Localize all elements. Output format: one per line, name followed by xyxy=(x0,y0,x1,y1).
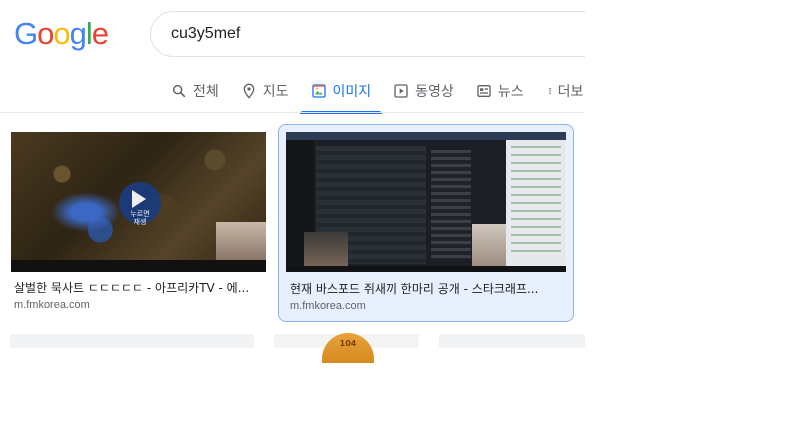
result-title[interactable]: 현재 바스포드 쥐새끼 한마리 공개 - 스타크래프... xyxy=(290,280,558,297)
image-result-placeholder[interactable] xyxy=(10,334,254,348)
tab-label: 더보 xyxy=(557,84,584,100)
search-box[interactable] xyxy=(150,11,585,57)
screenshot-chat-lines xyxy=(511,146,561,256)
logo-letter: o xyxy=(53,16,70,51)
tab-label: 동영상 xyxy=(415,84,454,100)
tab-maps[interactable]: 지도 xyxy=(230,70,300,112)
result-title[interactable]: 살벌한 묵사트 ㄷㄷㄷㄷㄷ - 아프리카TV - 에... xyxy=(14,279,266,296)
tab-more[interactable]: 더보 xyxy=(535,70,585,112)
google-image-results-viewport: Google 전체 지도 이미지 동영상 뉴스 더보 xyxy=(0,0,585,421)
tab-all[interactable]: 전체 xyxy=(160,70,230,112)
tab-news[interactable]: 뉴스 xyxy=(465,70,535,112)
screenshot-titlebar xyxy=(286,132,566,140)
tab-label: 뉴스 xyxy=(497,84,524,100)
logo-letter: e xyxy=(91,16,109,51)
screenshot-taskbar xyxy=(286,266,566,272)
logo-letter: o xyxy=(37,16,54,51)
tabs-divider xyxy=(0,112,585,113)
result-source[interactable]: m.fmkorea.com xyxy=(290,300,366,312)
google-logo[interactable]: Google xyxy=(14,16,109,52)
tab-images[interactable]: 이미지 xyxy=(299,70,383,114)
webcam-overlay xyxy=(216,222,266,260)
logo-letter: g xyxy=(69,16,87,51)
search-tabs: 전체 지도 이미지 동영상 뉴스 더보 xyxy=(160,70,585,114)
result-thumbnail[interactable]: 누르면 재생 xyxy=(11,132,266,272)
map-pin-icon xyxy=(243,83,255,99)
image-result-placeholder[interactable] xyxy=(439,334,585,348)
webcam-overlay xyxy=(472,224,506,266)
image-result-card[interactable]: 누르면 재생 살벌한 묵사트 ㄷㄷㄷㄷㄷ - 아프리카TV - 에... m.f… xyxy=(6,124,272,322)
screenshot-list-panel xyxy=(431,150,471,260)
video-controls-bar xyxy=(11,260,266,272)
search-input[interactable] xyxy=(171,12,571,56)
tab-label: 지도 xyxy=(262,84,289,100)
tab-videos[interactable]: 동영상 xyxy=(382,70,465,112)
play-icon xyxy=(132,190,146,208)
image-icon xyxy=(311,84,326,98)
tab-label: 전체 xyxy=(193,84,219,100)
news-icon xyxy=(477,85,491,97)
tab-label: 이미지 xyxy=(332,84,372,100)
play-button[interactable]: 누르면 재생 xyxy=(119,182,161,226)
webcam-overlay xyxy=(304,232,348,268)
video-icon xyxy=(394,84,408,98)
logo-letter: G xyxy=(14,16,38,51)
game-units xyxy=(51,192,121,232)
image-result-card[interactable]: 현재 바스포드 쥐새끼 한마리 공개 - 스타크래프... m.fmkorea.… xyxy=(278,124,574,322)
partial-thumbnail-text: 104 xyxy=(339,339,357,348)
result-thumbnail[interactable] xyxy=(286,132,566,272)
play-overlay-text: 누르면 재생 xyxy=(130,210,150,226)
result-source[interactable]: m.fmkorea.com xyxy=(14,299,90,311)
more-dots-icon xyxy=(548,87,551,95)
search-icon xyxy=(172,84,186,98)
